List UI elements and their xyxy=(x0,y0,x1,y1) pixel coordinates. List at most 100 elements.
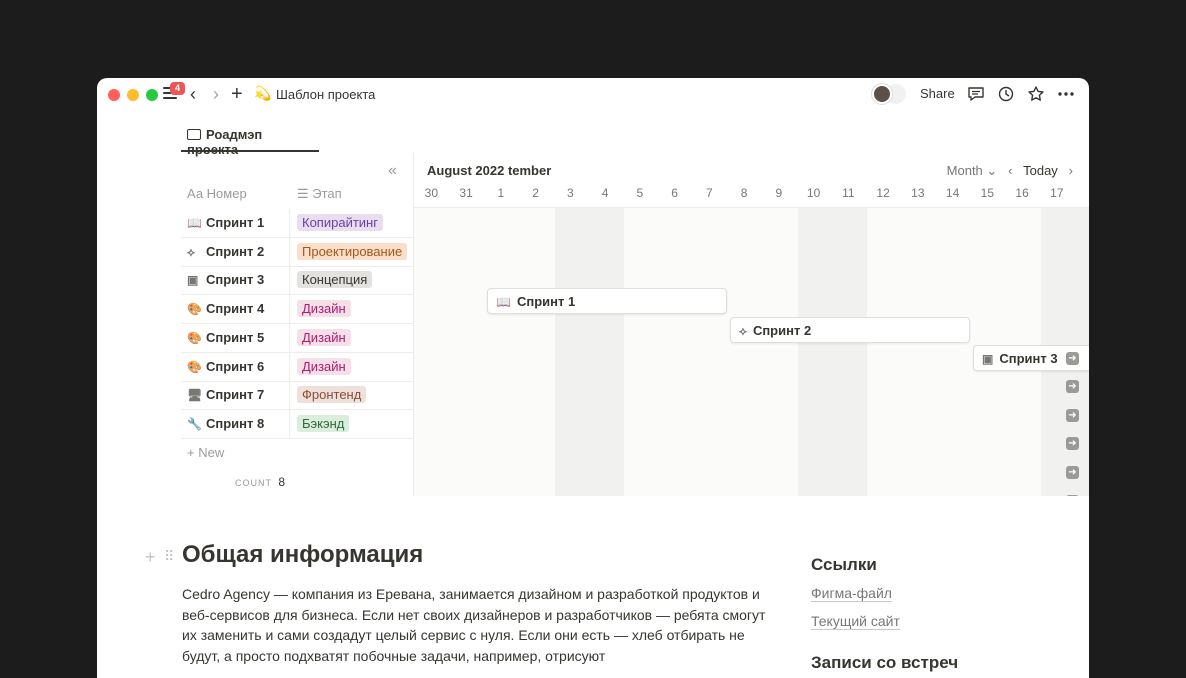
row-count: COUNT 8 xyxy=(235,475,285,489)
back-arrow-icon[interactable]: ‹ xyxy=(190,84,196,104)
current-site-link[interactable]: Текущий сайт xyxy=(811,613,900,630)
share-button[interactable]: Share xyxy=(920,86,955,101)
table-row[interactable]: 📖 Спринт 1 Копирайтинг xyxy=(181,209,414,238)
timeline-day-label: 30 xyxy=(424,186,439,200)
section-paragraph: Cedro Agency — компания из Еревана, зани… xyxy=(182,586,766,664)
table-row[interactable]: 🔧 Спринт 8 Бэкэнд xyxy=(181,409,414,439)
collapse-table-icon[interactable]: « xyxy=(388,162,397,180)
close-window-button[interactable] xyxy=(108,89,120,101)
add-block-plus-icon[interactable]: + xyxy=(145,547,156,568)
figma-file-link[interactable]: Фигма-файл xyxy=(811,585,892,602)
row-name[interactable]: ⟡ Спринт 2 xyxy=(187,244,264,260)
stage-tag[interactable]: Дизайн xyxy=(297,328,351,346)
row-name[interactable]: 🎨 Спринт 5 xyxy=(187,330,264,345)
comments-icon[interactable] xyxy=(966,84,986,104)
table-row[interactable]: 🖥 Спринт 7 Фронтенд xyxy=(181,381,414,411)
weekend-stripe xyxy=(555,208,624,496)
monitor-icon: 🖥 xyxy=(187,388,203,403)
timeline-day-label: 31 xyxy=(459,186,473,200)
scroll-to-item-arrow-icon[interactable]: ➜ xyxy=(1066,437,1079,450)
timeline-day-label: 7 xyxy=(706,186,713,200)
stage-tag[interactable]: Фронтенд xyxy=(297,386,367,404)
row-name-label: Спринт 2 xyxy=(206,243,265,259)
timeline-day-label: 15 xyxy=(980,186,995,200)
scroll-to-item-arrow-icon[interactable]: ➜ xyxy=(1066,352,1079,365)
vector-icon: ⟡ xyxy=(739,324,747,338)
count-label: COUNT xyxy=(235,478,272,488)
row-name[interactable]: 🔧 Спринт 8 xyxy=(187,416,264,431)
timeline-bar-sprint-1[interactable]: 📖 Спринт 1 xyxy=(487,288,727,314)
cell-divider xyxy=(289,209,290,238)
timeline-day-label: 16 xyxy=(1015,186,1029,200)
links-heading: Ссылки xyxy=(811,555,877,574)
month-next-fragment: tember xyxy=(507,163,552,178)
scroll-to-item-arrow-icon[interactable]: ➜ xyxy=(1066,495,1079,496)
cell-divider xyxy=(289,237,290,267)
timeline-day-label: 13 xyxy=(911,186,925,200)
drag-handle-icon[interactable]: ⠿ xyxy=(164,548,174,565)
forward-arrow-icon[interactable]: › xyxy=(213,84,219,104)
timeline-day-label: 11 xyxy=(842,186,855,200)
new-page-plus-icon[interactable]: + xyxy=(231,84,243,104)
table-row[interactable]: 🎨 Спринт 4 Дизайн xyxy=(181,295,414,325)
timeline-day-label: 6 xyxy=(671,186,678,200)
count-value: 8 xyxy=(278,475,286,489)
page-breadcrumb[interactable]: Шаблон проекта xyxy=(276,87,375,102)
timeline-day-label: 14 xyxy=(945,186,960,200)
stage-tag[interactable]: Концепция xyxy=(297,271,373,289)
section-heading: Общая информация xyxy=(182,541,424,568)
timeline-controls: Month ⌄ ‹ Today › xyxy=(947,163,1073,179)
table-row[interactable]: 🎨 Спринт 5 Дизайн xyxy=(181,323,414,353)
book-icon: 📖 xyxy=(496,295,511,309)
timeline-header: August 2022 tember Month ⌄ ‹ Today › 30 3… xyxy=(414,153,1089,208)
prev-period-icon[interactable]: ‹ xyxy=(1008,163,1012,178)
more-options-icon[interactable] xyxy=(1056,84,1076,104)
row-name[interactable]: 🖥 Спринт 7 xyxy=(187,387,264,402)
cell-divider xyxy=(289,295,290,325)
user-avatar[interactable] xyxy=(872,84,892,104)
new-row-button[interactable]: + New xyxy=(187,445,224,460)
timeline-day-label: 8 xyxy=(740,186,748,200)
stage-tag[interactable]: Проектирование xyxy=(297,242,408,260)
row-name[interactable]: 🎨 Спринт 6 xyxy=(187,359,264,374)
timeline-view[interactable]: August 2022 tember Month ⌄ ‹ Today › 30 3… xyxy=(414,153,1089,496)
palette-icon: 🎨 xyxy=(187,302,202,317)
view-select-label: Month xyxy=(946,163,983,178)
stage-tag[interactable]: Дизайн xyxy=(297,300,351,318)
scroll-to-item-arrow-icon[interactable]: ➜ xyxy=(1066,409,1079,422)
table-row[interactable]: ⟡ Спринт 2 Проектирование xyxy=(181,237,414,267)
row-name-label: Спринт 8 xyxy=(206,415,265,431)
view-select[interactable]: Month ⌄ xyxy=(947,163,998,178)
row-name-label: Спринт 3 xyxy=(206,272,265,288)
history-clock-icon[interactable] xyxy=(996,84,1016,104)
row-name[interactable]: 🎨 Спринт 4 xyxy=(187,301,264,316)
vector-icon: ⟡ xyxy=(187,244,195,259)
stage-tag[interactable]: Бэкэнд xyxy=(297,414,350,432)
timeline-view-icon xyxy=(187,129,201,140)
stage-tag[interactable]: Дизайн xyxy=(297,357,351,375)
next-period-icon[interactable]: › xyxy=(1069,163,1073,178)
today-button[interactable]: Today xyxy=(1023,163,1058,178)
timeline-bar-sprint-2[interactable]: ⟡ Спринт 2 xyxy=(730,317,970,343)
timeline-month-label: August 2022 tember xyxy=(427,163,551,178)
column-header-stage[interactable]: ☰ Этап xyxy=(297,186,342,202)
maximize-window-button[interactable] xyxy=(146,89,158,101)
stage-tag[interactable]: Копирайтинг xyxy=(297,214,383,231)
favorite-star-icon[interactable] xyxy=(1026,84,1046,104)
table-row[interactable]: 🎨 Спринт 6 Дизайн xyxy=(181,352,414,382)
tab-roadmap[interactable]: Роадмэп проекта xyxy=(181,122,319,157)
minimize-window-button[interactable] xyxy=(127,89,139,101)
row-name-label: Спринт 5 xyxy=(206,329,265,345)
palette-icon: 🎨 xyxy=(187,359,202,374)
row-name[interactable]: ▣ Спринт 3 xyxy=(187,272,264,287)
table-row[interactable]: ▣ Спринт 3 Концепция xyxy=(181,266,414,296)
titlebar: 4 ‹ › + 💫 Шаблон проекта Share xyxy=(97,78,1089,112)
cell-divider xyxy=(289,323,290,353)
page-emoji-icon: 💫 xyxy=(254,85,272,101)
scroll-to-item-arrow-icon[interactable]: ➜ xyxy=(1066,380,1079,393)
timeline-day-label: 12 xyxy=(876,186,890,200)
column-header-name[interactable]: Аа Номер xyxy=(187,186,247,201)
cell-divider xyxy=(289,381,290,411)
scroll-to-item-arrow-icon[interactable]: ➜ xyxy=(1066,466,1079,479)
row-name[interactable]: 📖 Спринт 1 xyxy=(187,215,264,230)
